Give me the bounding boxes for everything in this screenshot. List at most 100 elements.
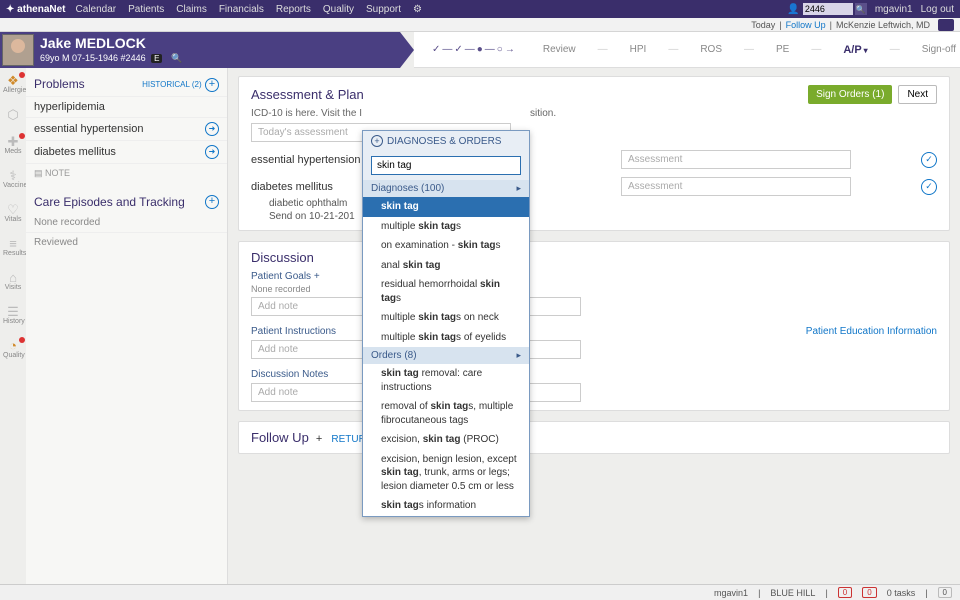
suggestion-option[interactable]: removal of skin tags, multiple fibrocuta…: [363, 397, 529, 430]
icd-note: ICD-10 is here. Visit the Isition.: [251, 108, 937, 119]
person-icon: 👤: [787, 4, 799, 15]
suggestion-option[interactable]: on examination - skin tags: [363, 236, 529, 256]
suggestion-option[interactable]: skin tag removal: care instructions: [363, 364, 529, 397]
rail-item-allergies[interactable]: ❖Allergies: [3, 74, 23, 94]
footer-inbox[interactable]: 0: [938, 587, 952, 598]
assessment-input[interactable]: Assessment: [621, 177, 851, 196]
note-link[interactable]: ▤ NOTE: [26, 163, 227, 183]
suggestion-option[interactable]: skin tags information: [363, 496, 529, 516]
logout-link[interactable]: Log out: [921, 4, 954, 15]
magnify-icon[interactable]: 🔍: [171, 53, 182, 63]
brand-logo[interactable]: ✦ athenaNet: [6, 4, 66, 15]
rail-icon: ☰: [3, 305, 23, 318]
nav-support[interactable]: Support: [366, 4, 401, 15]
nav-claims[interactable]: Claims: [176, 4, 207, 15]
add-followup-icon[interactable]: +: [316, 433, 322, 445]
patient-search-input[interactable]: [803, 3, 853, 15]
nav-quality[interactable]: Quality: [323, 4, 354, 15]
patient-banner: Jake MEDLOCK 69yo M 07-15-1946 #2446 E 🔍: [0, 32, 400, 68]
add-problem-icon[interactable]: +: [205, 78, 219, 92]
rail-icon: ⌂: [3, 271, 23, 284]
rail-icon: ⬡: [3, 108, 23, 121]
assessment-card: Assessment & Plan Sign Orders (1) Next I…: [238, 76, 950, 231]
nav-links: Calendar Patients Claims Financials Repo…: [76, 4, 402, 15]
rail-item-vitals[interactable]: ♡Vitals: [3, 203, 23, 223]
context-followup[interactable]: Follow Up: [786, 20, 826, 30]
footer-location: BLUE HILL: [770, 588, 815, 598]
patient-meta: 69yo M 07-15-1946 #2446 E 🔍: [40, 53, 182, 64]
gear-icon[interactable]: ⚙: [413, 4, 422, 15]
patient-badge: E: [151, 54, 162, 63]
check-icon[interactable]: ✓: [921, 152, 937, 168]
avatar[interactable]: [2, 34, 34, 66]
rail-icon: ≡: [3, 237, 23, 250]
push-icon[interactable]: ➜: [205, 122, 219, 136]
rail-item-history[interactable]: ☰History: [3, 305, 23, 325]
historical-link[interactable]: HISTORICAL (2): [142, 80, 202, 89]
rail-item-quality[interactable]: ◔Quality: [3, 339, 23, 359]
rail-item-results[interactable]: ≡Results: [3, 237, 23, 257]
main-content: Assessment & Plan Sign Orders (1) Next I…: [228, 68, 960, 584]
step-hpi[interactable]: HPI: [630, 44, 647, 55]
step-ap[interactable]: A/P: [843, 44, 867, 56]
search-icon[interactable]: 🔍: [855, 3, 867, 15]
step-review[interactable]: Review: [543, 44, 576, 55]
suggestion-option[interactable]: residual hemorrhoidal skin tags: [363, 275, 529, 308]
chevron-right-icon: ▸: [516, 350, 521, 361]
assessment-input[interactable]: Assessment: [621, 150, 851, 169]
footer-tasks[interactable]: 0 tasks: [887, 588, 916, 598]
plus-circle-icon[interactable]: +: [371, 135, 383, 147]
rail-icon: ⚕: [3, 169, 23, 182]
suggestion-option[interactable]: multiple skin tags on neck: [363, 308, 529, 328]
followup-card: Follow Up + RETURN TO OFFICE: [238, 421, 950, 454]
step-pe[interactable]: PE: [776, 44, 789, 55]
rail-icon: ✚: [3, 135, 23, 148]
add-goal-icon[interactable]: +: [314, 271, 320, 282]
suggestion-option[interactable]: excision, skin tag (PROC): [363, 430, 529, 450]
discussion-card: Discussion Patient Goals + None recorded…: [238, 241, 950, 411]
check-icon[interactable]: ✓: [921, 179, 937, 195]
nav-patients[interactable]: Patients: [128, 4, 164, 15]
push-icon[interactable]: ➜: [205, 145, 219, 159]
next-button[interactable]: Next: [898, 85, 937, 104]
diagnoses-orders-popup: + DIAGNOSES & ORDERS Diagnoses (100)▸ sk…: [362, 130, 530, 517]
patient-education-link[interactable]: Patient Education Information: [806, 326, 937, 337]
footer-user: mgavin1: [714, 588, 748, 598]
step-ros[interactable]: ROS: [700, 44, 722, 55]
suggestion-option[interactable]: multiple skin tags of eyelids: [363, 328, 529, 348]
patient-name[interactable]: Jake MEDLOCK: [40, 36, 182, 51]
rail-item-meds[interactable]: ✚Meds: [3, 135, 23, 155]
sign-orders-button[interactable]: Sign Orders (1): [808, 85, 892, 104]
footer-count-1[interactable]: 0: [838, 587, 852, 598]
workflow-steps: ✓—✓—●—○→ Review— HPI— ROS— PE— A/P— Sign…: [414, 32, 960, 68]
progress-dots: ✓—✓—●—○→: [432, 44, 517, 55]
nav-calendar[interactable]: Calendar: [76, 4, 117, 15]
rail-icon: ❖: [3, 74, 23, 87]
step-signoff[interactable]: Sign-off: [922, 44, 956, 55]
problem-item[interactable]: diabetes mellitus➜: [26, 140, 227, 163]
user-label[interactable]: mgavin1: [875, 4, 913, 15]
diagnosis-search-input[interactable]: [371, 156, 521, 175]
nav-financials[interactable]: Financials: [219, 4, 264, 15]
suggestion-option[interactable]: skin tag: [363, 197, 529, 217]
rail-item-visits[interactable]: ⌂Visits: [3, 271, 23, 291]
problem-item[interactable]: essential hypertension➜: [26, 117, 227, 140]
context-menu-icon[interactable]: [938, 19, 954, 31]
patient-instructions-label: Patient Instructions: [251, 326, 336, 337]
footer-count-2[interactable]: 0: [862, 587, 876, 598]
suggestion-option[interactable]: multiple skin tags: [363, 217, 529, 237]
suggestion-option[interactable]: anal skin tag: [363, 256, 529, 276]
popup-header: + DIAGNOSES & ORDERS: [363, 131, 529, 151]
nav-reports[interactable]: Reports: [276, 4, 311, 15]
add-episode-icon[interactable]: +: [205, 195, 219, 209]
suggestion-option[interactable]: excision, benign lesion, except skin tag…: [363, 450, 529, 497]
assessment-title: Assessment & Plan: [251, 87, 364, 102]
discussion-notes-label: Discussion Notes: [251, 369, 937, 380]
context-bar: Today | Follow Up | McKenzie Leftwich, M…: [0, 18, 960, 32]
top-nav: ✦ athenaNet Calendar Patients Claims Fin…: [0, 0, 960, 18]
orders-group-header[interactable]: Orders (8)▸: [363, 347, 529, 364]
diagnoses-group-header[interactable]: Diagnoses (100)▸: [363, 180, 529, 197]
problem-item[interactable]: hyperlipidemia: [26, 96, 227, 117]
rail-item-vaccines[interactable]: ⚕Vaccines: [3, 169, 23, 189]
rail-item-icon[interactable]: ⬡: [3, 108, 23, 121]
